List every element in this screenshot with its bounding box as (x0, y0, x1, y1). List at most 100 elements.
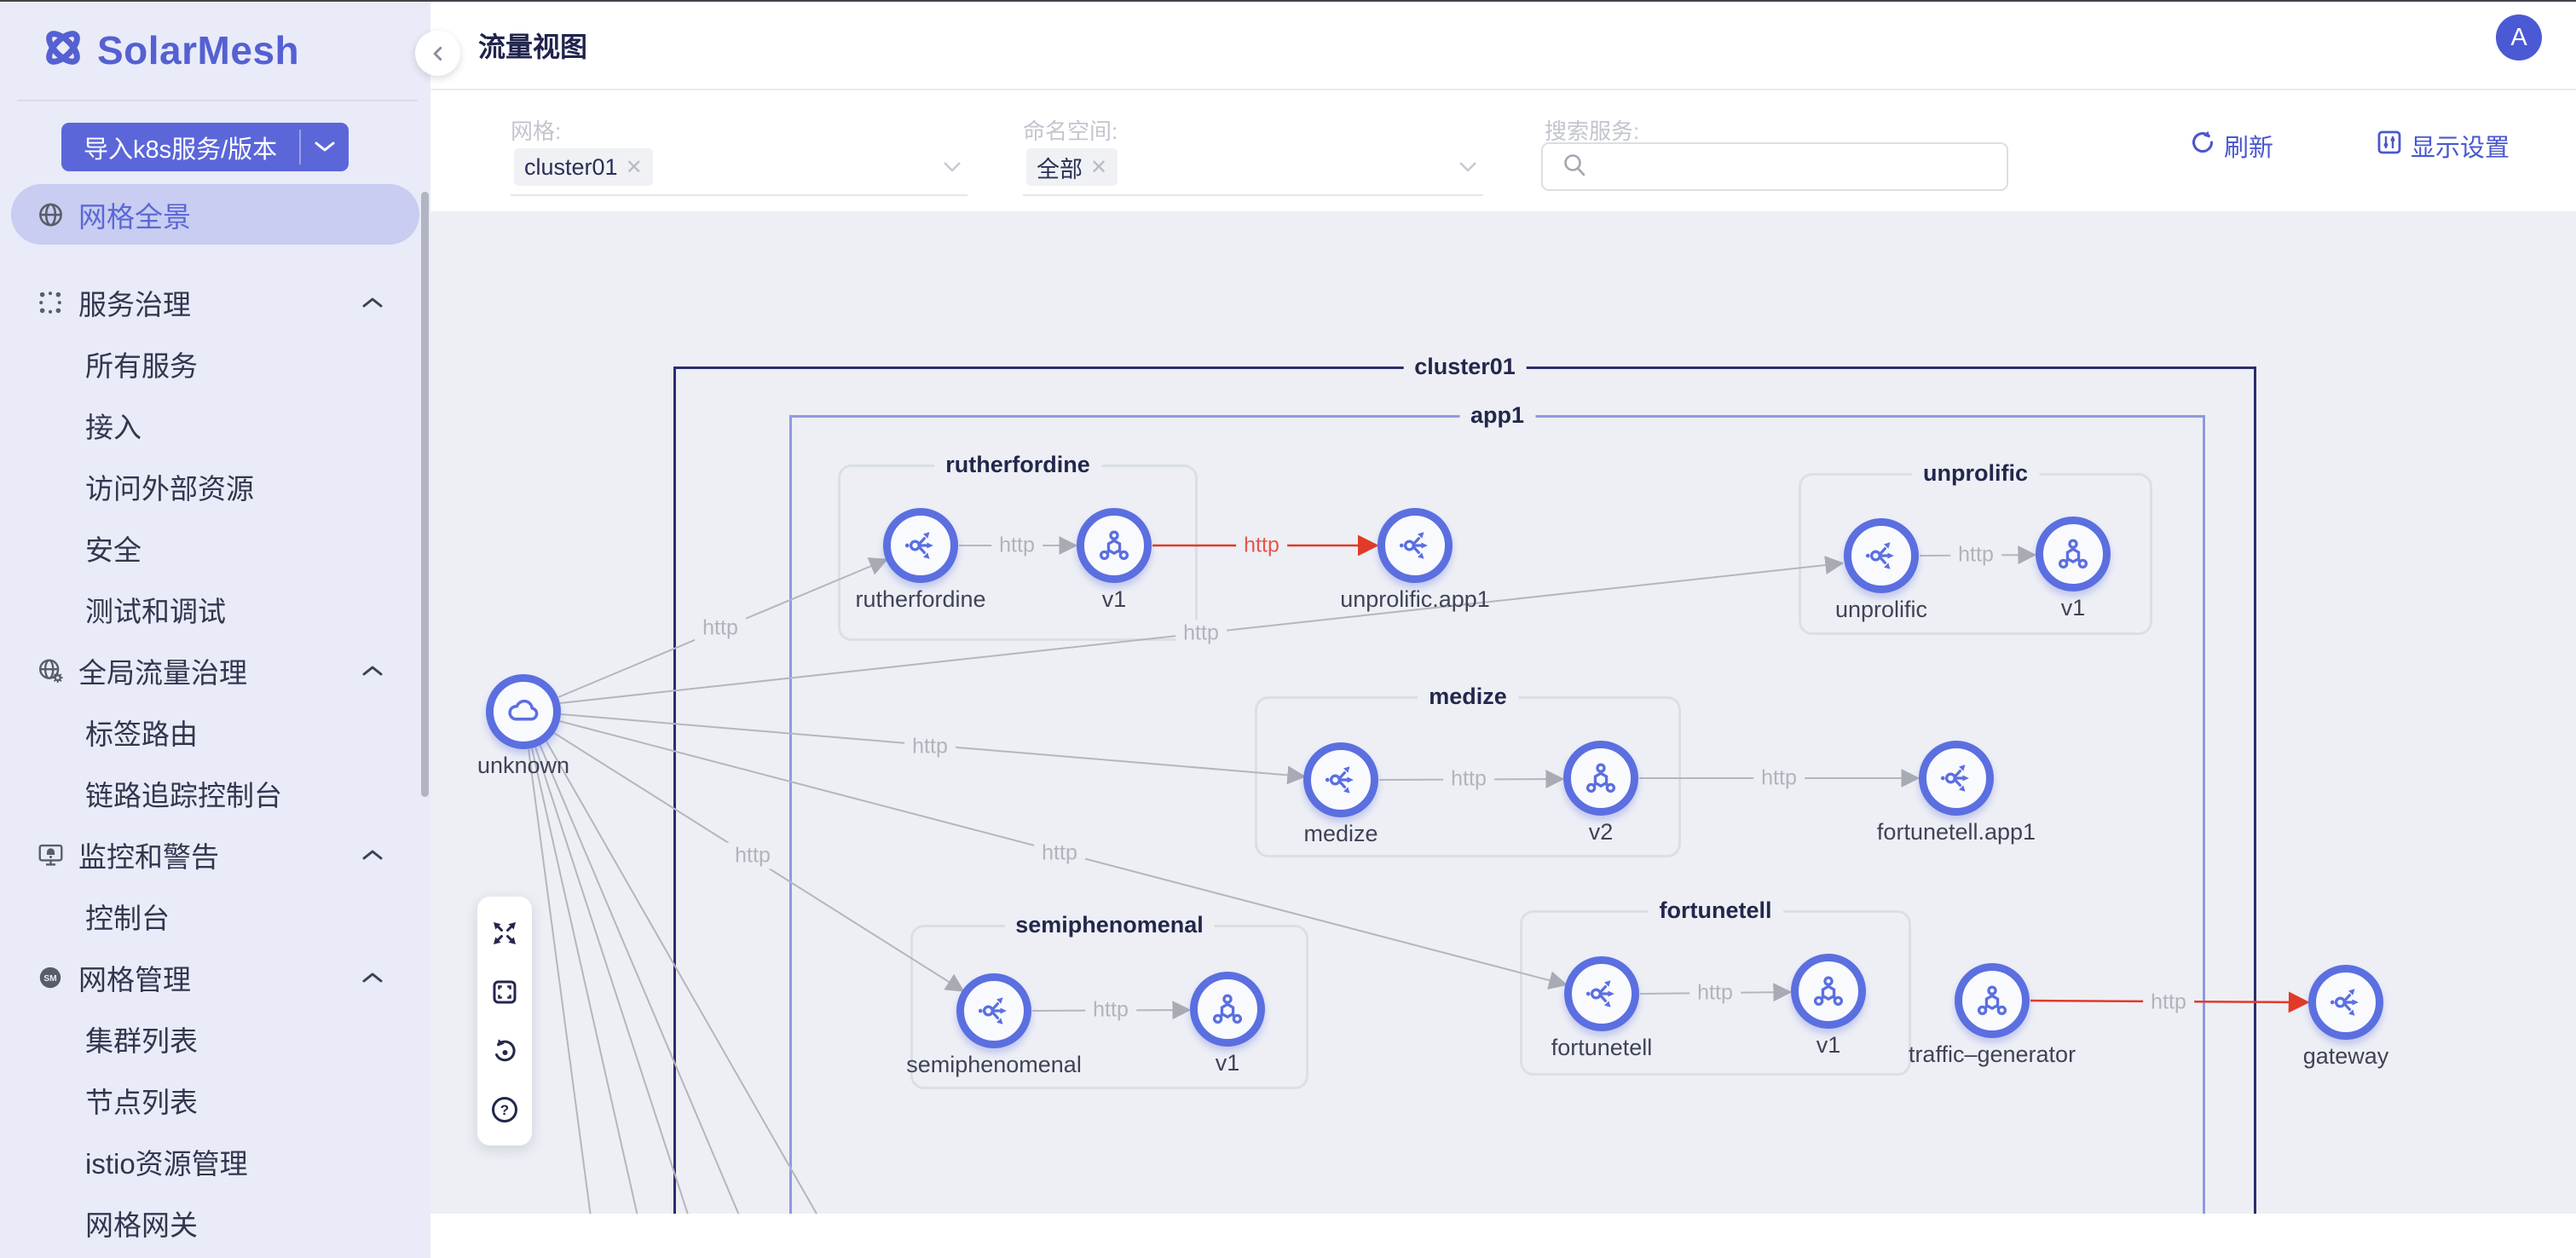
chevron-up-icon[interactable] (361, 849, 384, 862)
sm-badge-icon: SM (38, 965, 63, 990)
sidebar-item-label: 测试和调试 (85, 589, 226, 630)
edge-protocol-label: http (1753, 765, 1805, 792)
search-service-input[interactable] (1541, 142, 2008, 191)
import-k8s-button[interactable]: 导入k8s服务/版本 (61, 123, 349, 171)
globe-icon (38, 201, 64, 228)
graph-node-label: medize (1303, 821, 1378, 847)
sidebar-item-label: 节点列表 (85, 1080, 198, 1121)
namespace-select[interactable]: 全部 ✕ (1023, 141, 1483, 196)
svg-text:SM: SM (43, 974, 56, 984)
edge-protocol-label: http (727, 843, 778, 869)
graph-node-label: fortunetell (1551, 1035, 1653, 1061)
sidebar-item-label: 所有服务 (85, 343, 198, 384)
refresh-button[interactable]: 刷新 (2190, 128, 2273, 164)
refresh-icon (2190, 130, 2215, 162)
sidebar-item-label: 集群列表 (85, 1019, 198, 1059)
graph-node-semiphenomenal-v1[interactable] (1190, 972, 1265, 1047)
expand-icon (490, 919, 519, 948)
edge-protocol-label: http (1034, 840, 1085, 867)
mesh-chip-remove-icon[interactable]: ✕ (626, 155, 643, 180)
chevron-down-icon[interactable] (301, 123, 349, 171)
graph-node-traffic-generator[interactable] (1955, 963, 2030, 1038)
graph-node-medize-svc[interactable] (1303, 742, 1378, 817)
service-icon (1323, 762, 1359, 798)
traffic-graph-canvas[interactable]: cluster01app1rutherfordineunprolificmedi… (430, 211, 2576, 1214)
reset-icon (490, 1036, 519, 1065)
fit-view-icon (490, 978, 519, 1007)
fit-view-button[interactable] (484, 972, 525, 1013)
workload-icon (1210, 991, 1245, 1027)
header: 流量视图 A (430, 0, 2576, 90)
chevron-down-icon[interactable] (1458, 160, 1478, 174)
sidebar-item-label: 控制台 (85, 896, 170, 937)
edge-protocol-label: http (1443, 766, 1494, 793)
workload-icon (1583, 760, 1619, 796)
graph-node-unprolific-svc[interactable] (1844, 518, 1919, 593)
user-avatar[interactable]: A (2496, 14, 2542, 61)
workload-icon (1811, 973, 1846, 1009)
workload-icon (1096, 528, 1132, 563)
sidebar-item-all-services[interactable]: 所有服务 (0, 333, 430, 395)
chevron-up-icon[interactable] (361, 972, 384, 984)
edge-protocol-label: http (1689, 980, 1741, 1007)
graph-node-label: v1 (1216, 1050, 1240, 1076)
sidebar-item-label: 全局流量治理 (78, 650, 247, 691)
sidebar: SolarMesh 导入k8s服务/版本 网格全景服务治理所有服务接入访问外部资… (0, 0, 430, 1258)
help-button[interactable]: ? (484, 1089, 525, 1130)
chevron-up-icon[interactable] (361, 297, 384, 309)
sidebar-item-istio-resources[interactable]: istio资源管理 (0, 1131, 430, 1192)
graph-node-semiphenomenal-svc[interactable] (956, 973, 1031, 1048)
chevron-up-icon[interactable] (361, 665, 384, 678)
chevron-down-icon[interactable] (942, 160, 962, 174)
svg-text:?: ? (500, 1102, 509, 1118)
edge-protocol-label: http (1236, 533, 1287, 559)
expand-button[interactable] (484, 913, 525, 954)
sidebar-item-node-list[interactable]: 节点列表 (0, 1070, 430, 1131)
sidebar-item-tracing-console[interactable]: 链路追踪控制台 (0, 763, 430, 824)
display-settings-button[interactable]: 显示设置 (2377, 128, 2510, 164)
graph-node-unknown[interactable] (486, 674, 561, 749)
sidebar-item-mesh-overview[interactable]: 网格全景 (11, 184, 419, 245)
mesh-select[interactable]: cluster01 ✕ (511, 141, 967, 196)
edge-protocol-label: http (904, 734, 956, 760)
graph-node-unprolific-app1[interactable] (1378, 508, 1453, 583)
sidebar-item-mesh-management[interactable]: SM网格管理 (0, 947, 430, 1008)
sidebar-item-cluster-list[interactable]: 集群列表 (0, 1008, 430, 1070)
sidebar-item-label-routing[interactable]: 标签路由 (0, 701, 430, 763)
graph-toolbar: ? (477, 897, 532, 1145)
edge-protocol-label: http (991, 533, 1043, 559)
sidebar-item-security[interactable]: 安全 (0, 517, 430, 579)
sidebar-item-mesh-gateway[interactable]: 网格网关 (0, 1192, 430, 1254)
sidebar-item-test-debug[interactable]: 测试和调试 (0, 579, 430, 640)
mesh-chip: cluster01 ✕ (514, 148, 653, 186)
sidebar-item-console[interactable]: 控制台 (0, 886, 430, 947)
graph-node-fortunetell-svc[interactable] (1564, 956, 1639, 1031)
graph-node-fortunetell-v1[interactable] (1791, 954, 1866, 1029)
graph-node-medize-v2[interactable] (1563, 741, 1638, 816)
help-icon: ? (490, 1095, 519, 1124)
graph-node-label: unknown (477, 753, 569, 779)
graph-node-gateway[interactable] (2308, 965, 2383, 1040)
graph-node-unprolific-v1[interactable] (2036, 516, 2111, 591)
sidebar-item-label: istio资源管理 (85, 1141, 248, 1182)
sidebar-item-label: 服务治理 (78, 282, 191, 323)
sidebar-item-external-resources[interactable]: 访问外部资源 (0, 456, 430, 517)
sidebar-item-service-governance[interactable]: 服务治理 (0, 272, 430, 333)
sidebar-item-monitoring-alerts[interactable]: 监控和警告 (0, 824, 430, 886)
reset-button[interactable] (484, 1030, 525, 1071)
sidebar-item-global-traffic[interactable]: 全局流量治理 (0, 640, 430, 701)
service-icon (903, 528, 939, 563)
graph-node-fortunetell-app1[interactable] (1919, 741, 1994, 816)
page-title: 流量视图 (478, 26, 587, 65)
namespace-chip-remove-icon[interactable]: ✕ (1090, 155, 1107, 180)
sidebar-item-access[interactable]: 接入 (0, 395, 430, 456)
sidebar-item-label: 链路追踪控制台 (85, 773, 282, 814)
brand-name: SolarMesh (97, 27, 299, 73)
sidebar-collapse-button[interactable] (415, 31, 460, 76)
graph-node-label: v1 (1102, 586, 1127, 613)
graph-node-rutherfordine-svc[interactable] (883, 508, 958, 583)
sidebar-scrollbar[interactable] (421, 192, 429, 797)
graph-node-label: unprolific (1835, 597, 1927, 623)
edge-protocol-label: http (1175, 620, 1227, 647)
graph-node-rutherfordine-v1[interactable] (1077, 508, 1152, 583)
